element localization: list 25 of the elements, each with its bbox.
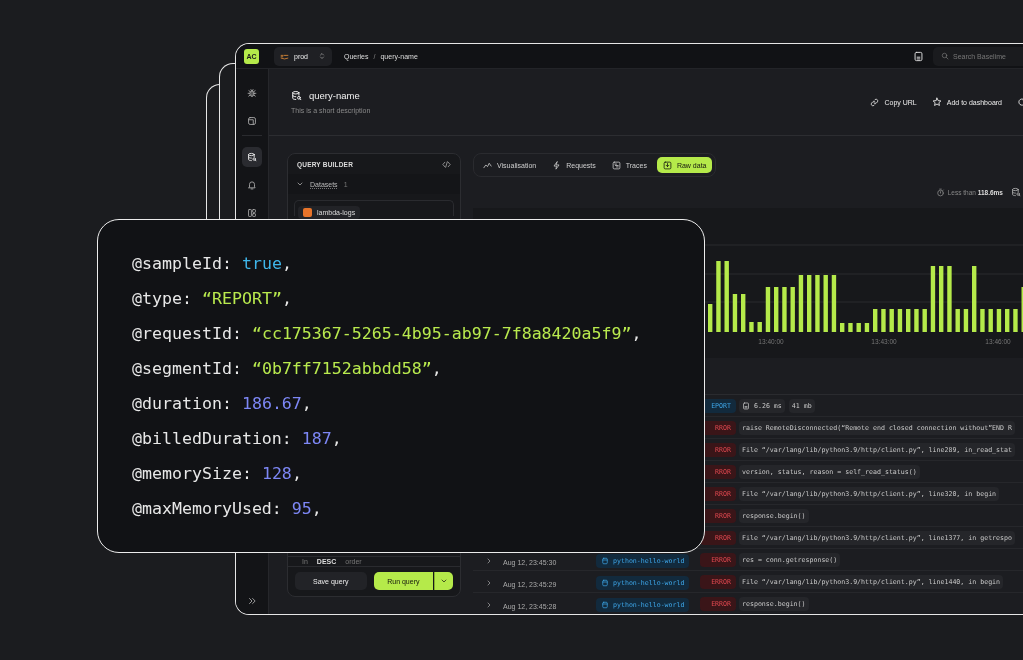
code-punctuation: , [301,393,312,415]
code-value: “REPORT” [201,288,282,310]
code-value: 128 [261,463,292,485]
code-punctuation: , [431,358,442,380]
query-title: query-name [309,90,360,101]
code-key: @segmentId: [132,351,242,386]
code-key: @type: [132,281,192,316]
code-key: @sampleId: [132,246,232,281]
code-value: 95 [291,498,312,520]
code-key: @duration: [132,386,232,421]
code-punctuation: , [281,253,292,275]
code-key: @memorySize: [132,456,252,491]
code-value: “0b7ff7152abbdd58” [251,358,432,380]
code-value: true [241,253,282,275]
code-value: 187 [301,428,332,450]
code-punctuation: , [631,323,642,345]
code-punctuation: , [291,463,302,485]
code-key: @maxMemoryUsed: [132,491,282,526]
code-value: “cc175367-5265-4b95-ab97-7f8a8420a5f9” [251,323,632,345]
code-key: @requestId: [132,316,242,351]
code-punctuation: , [331,428,342,450]
code-punctuation: , [311,498,322,520]
code-punctuation: , [281,288,292,310]
code-value: 186.67 [241,393,302,415]
code-key: @billedDuration: [132,421,292,456]
